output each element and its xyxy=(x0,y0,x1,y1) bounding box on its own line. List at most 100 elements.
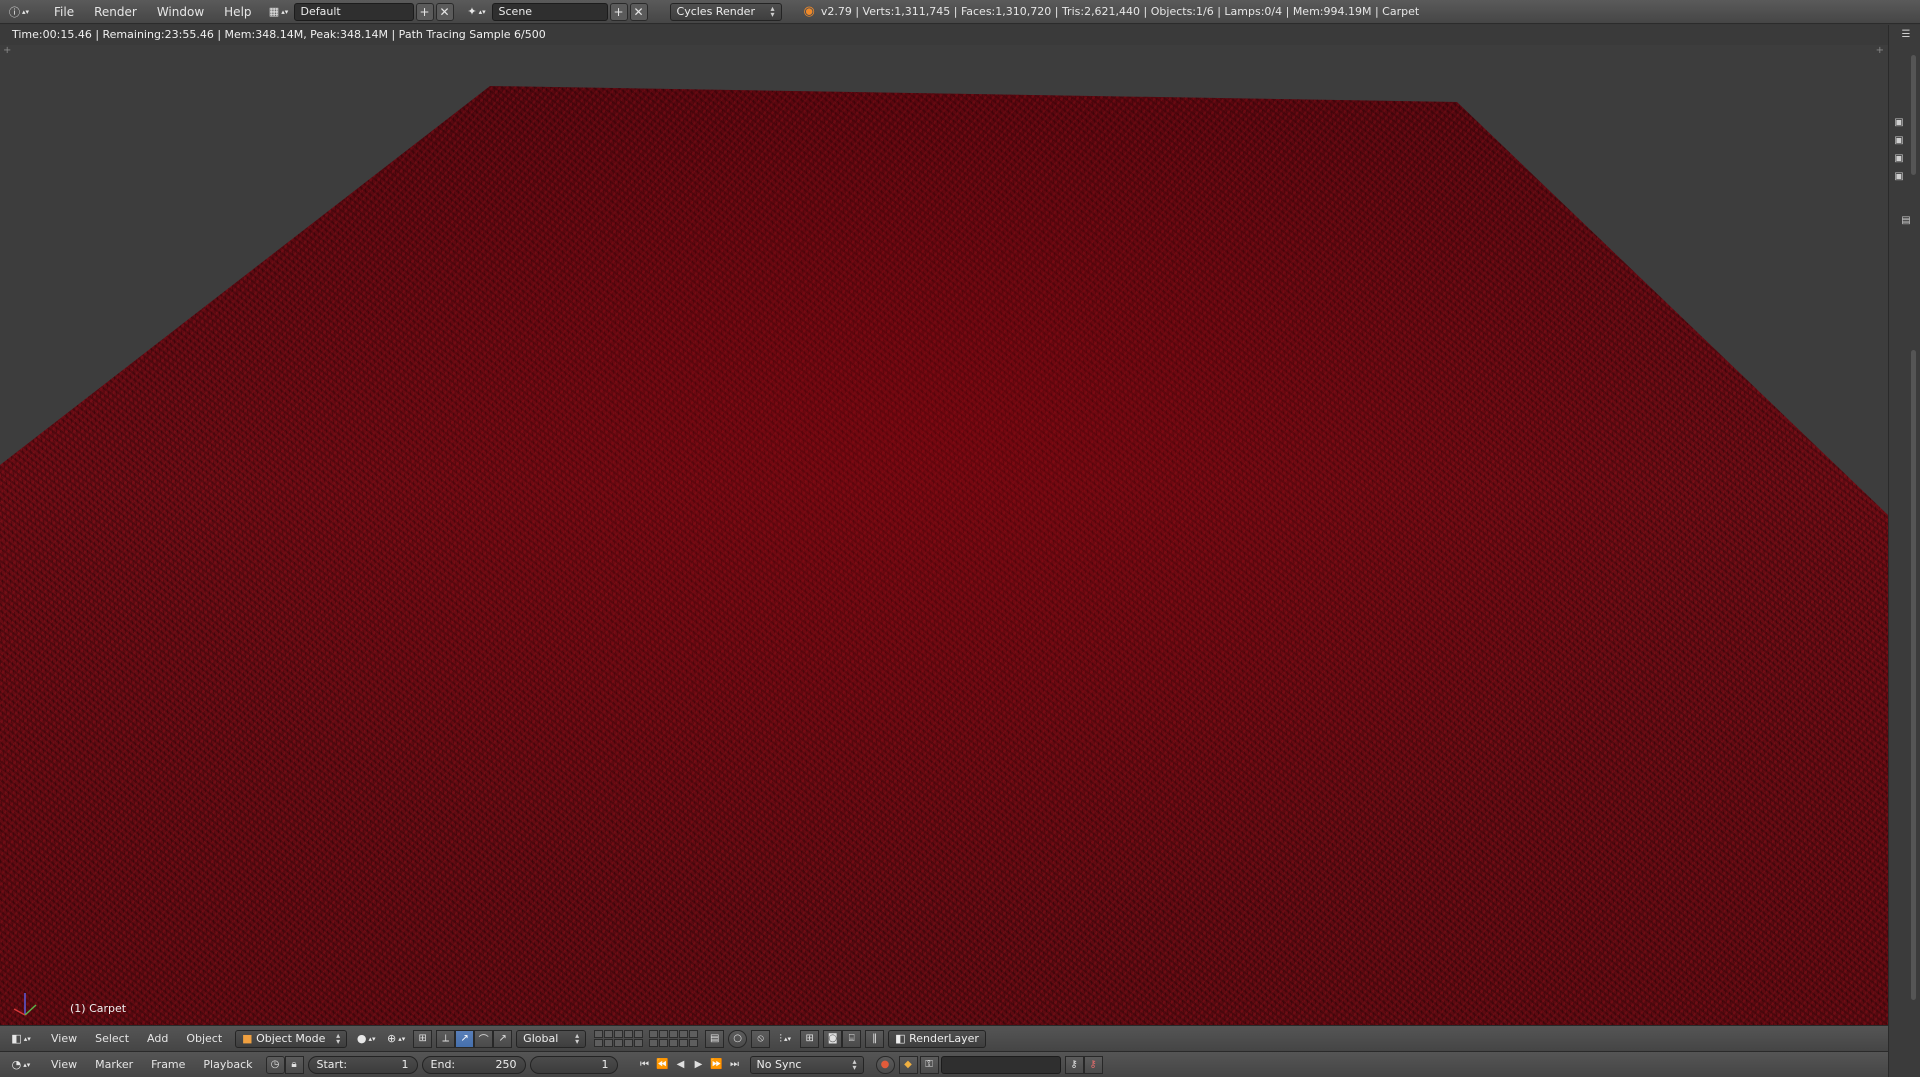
lock-time-cursor-icon[interactable]: 🔒︎ xyxy=(284,1055,304,1074)
opengl-render-image-icon[interactable]: ◙ xyxy=(823,1029,843,1048)
menu-help[interactable]: Help xyxy=(214,0,261,24)
keying-set-icon[interactable]: ◆ xyxy=(898,1055,918,1074)
mode-label: Object Mode xyxy=(256,1032,326,1045)
layer-button[interactable] xyxy=(689,1039,699,1047)
layer-button[interactable] xyxy=(634,1039,644,1047)
lock-camera-icon[interactable]: ▤ xyxy=(705,1029,725,1048)
manipulator-toggle-icon[interactable]: ⊞ xyxy=(413,1029,433,1048)
layer-button[interactable] xyxy=(659,1030,669,1038)
pivot-point-icon[interactable]: ⊕ ▴▾ xyxy=(383,1030,409,1048)
end-frame-field[interactable]: End: 250 xyxy=(421,1055,526,1074)
add-scene-button[interactable]: + xyxy=(609,2,628,21)
visibility-icon[interactable]: ▣ xyxy=(1891,171,1907,185)
viewport-shading-icon[interactable]: ● ▴▾ xyxy=(353,1030,379,1048)
properties-scrollbar[interactable] xyxy=(1911,350,1916,1000)
outliner-icon[interactable]: ☰ xyxy=(1898,29,1914,43)
layer-button[interactable] xyxy=(624,1039,634,1047)
screen-layout-icon[interactable]: ▦ ▴▾ xyxy=(266,3,292,21)
scale-manipulator-icon[interactable]: ⌒ xyxy=(474,1029,494,1048)
insert-keyframe-icon[interactable]: ⚷ xyxy=(1064,1055,1084,1074)
outliner-scrollbar[interactable] xyxy=(1911,55,1916,175)
menu-select[interactable]: Select xyxy=(86,1032,138,1045)
layer-button[interactable] xyxy=(604,1030,614,1038)
scene-layers-group-2[interactable] xyxy=(649,1030,699,1047)
scene-icon[interactable]: ✦ ▴▾ xyxy=(464,3,490,21)
delete-keyframe-icon[interactable]: ⚷ xyxy=(1083,1055,1103,1074)
layer-button[interactable] xyxy=(649,1030,659,1038)
editor-type-timeline-icon[interactable]: ◔ ▴▾ xyxy=(8,1056,34,1074)
layer-button[interactable] xyxy=(649,1039,659,1047)
remove-scene-button[interactable]: ✕ xyxy=(629,2,648,21)
layer-button[interactable] xyxy=(669,1039,679,1047)
render-engine-dropdown[interactable]: Cycles Render ▴ ▾ xyxy=(669,2,782,21)
menu-add[interactable]: Add xyxy=(138,1032,177,1045)
menu-file[interactable]: File xyxy=(44,0,84,24)
scene-layers-group-1[interactable] xyxy=(594,1030,644,1047)
menu-object[interactable]: Object xyxy=(177,1032,231,1045)
start-frame-field[interactable]: Start: 1 xyxy=(307,1055,418,1074)
layer-button[interactable] xyxy=(624,1030,634,1038)
pause-render-icon[interactable]: ‖ xyxy=(865,1029,885,1048)
visibility-icon[interactable]: ▣ xyxy=(1891,135,1907,149)
rotate-manipulator-icon[interactable]: ↗ xyxy=(455,1029,475,1048)
opengl-render-animation-icon[interactable]: ⌸ xyxy=(842,1029,862,1048)
scene-name-field[interactable]: Scene xyxy=(491,2,608,21)
layer-button[interactable] xyxy=(614,1039,624,1047)
add-layout-button[interactable]: + xyxy=(415,2,434,21)
layer-button[interactable] xyxy=(669,1030,679,1038)
next-keyframe-icon[interactable]: ⏩ xyxy=(708,1056,726,1074)
menu-view[interactable]: View xyxy=(42,1058,86,1071)
3d-viewport[interactable]: + + (1) Carpet xyxy=(0,45,1888,1025)
layer-button[interactable] xyxy=(634,1030,644,1038)
right-side-panel[interactable]: ☰ ▣ ▣ ▣ ▣ ▤ xyxy=(1888,25,1920,1077)
corner-widget-icon[interactable]: + xyxy=(3,45,11,56)
editor-type-3d-icon[interactable]: ◧ ▴▾ xyxy=(8,1030,34,1048)
transform-orientation-dropdown[interactable]: Global ▴ ▾ xyxy=(516,1029,587,1048)
snap-target-icon[interactable]: ⊞ xyxy=(800,1029,820,1048)
layer-button[interactable] xyxy=(614,1030,624,1038)
transform-manipulator-icon[interactable]: ↗ xyxy=(493,1029,513,1048)
snap-element-icon[interactable]: ⫶ ▴▾ xyxy=(772,1030,798,1048)
menu-frame[interactable]: Frame xyxy=(142,1058,194,1071)
translate-manipulator-icon[interactable]: ⟂ xyxy=(436,1029,456,1048)
proportional-edit-icon[interactable]: ○ xyxy=(728,1029,748,1048)
menu-marker[interactable]: Marker xyxy=(86,1058,142,1071)
snap-toggle-icon[interactable]: ⦸ xyxy=(751,1029,771,1048)
preview-range-icon[interactable]: ◷ xyxy=(265,1055,285,1074)
layer-button[interactable] xyxy=(594,1030,604,1038)
keyframe-type-icon[interactable]: ⚿ xyxy=(919,1055,939,1074)
render-layer-dropdown[interactable]: ◧ RenderLayer xyxy=(888,1029,987,1048)
auto-keying-record-icon[interactable]: ● xyxy=(875,1055,895,1074)
layer-button[interactable] xyxy=(679,1030,689,1038)
editor-type-info-icon[interactable]: ⓘ ▴▾ xyxy=(6,3,32,21)
orientation-label: Global xyxy=(523,1032,559,1045)
visibility-icon[interactable]: ▣ xyxy=(1891,117,1907,131)
jump-end-icon[interactable]: ⏭ xyxy=(726,1056,744,1074)
menu-view[interactable]: View xyxy=(42,1032,86,1045)
layer-button[interactable] xyxy=(659,1039,669,1047)
remove-layout-button[interactable]: ✕ xyxy=(435,2,454,21)
menu-window[interactable]: Window xyxy=(147,0,214,24)
sync-mode-dropdown[interactable]: No Sync ▴ ▾ xyxy=(749,1055,864,1074)
layout-name-field[interactable]: Default xyxy=(293,2,414,21)
mode-dropdown[interactable]: ■ Object Mode ▴ ▾ xyxy=(235,1029,348,1048)
prev-keyframe-icon[interactable]: ⏪ xyxy=(654,1056,672,1074)
jump-start-icon[interactable]: ⏮ xyxy=(636,1056,654,1074)
axis-gizmo-icon xyxy=(13,993,37,1016)
layer-button[interactable] xyxy=(679,1039,689,1047)
layer-button[interactable] xyxy=(604,1039,614,1047)
menu-render[interactable]: Render xyxy=(84,0,147,24)
start-frame-value: 1 xyxy=(401,1058,409,1071)
visibility-icon[interactable]: ▣ xyxy=(1891,153,1907,167)
corner-widget-icon[interactable]: + xyxy=(1876,45,1884,56)
properties-icon[interactable]: ▤ xyxy=(1898,215,1914,229)
render-layer-label: RenderLayer xyxy=(909,1032,979,1045)
layer-button[interactable] xyxy=(689,1030,699,1038)
play-reverse-icon[interactable]: ◀ xyxy=(672,1056,690,1074)
menu-playback[interactable]: Playback xyxy=(194,1058,261,1071)
play-icon[interactable]: ▶ xyxy=(690,1056,708,1074)
active-keying-set-field[interactable] xyxy=(940,1055,1061,1074)
end-frame-value: 250 xyxy=(495,1058,517,1071)
layer-button[interactable] xyxy=(594,1039,604,1047)
current-frame-field[interactable]: 1 xyxy=(529,1055,618,1074)
